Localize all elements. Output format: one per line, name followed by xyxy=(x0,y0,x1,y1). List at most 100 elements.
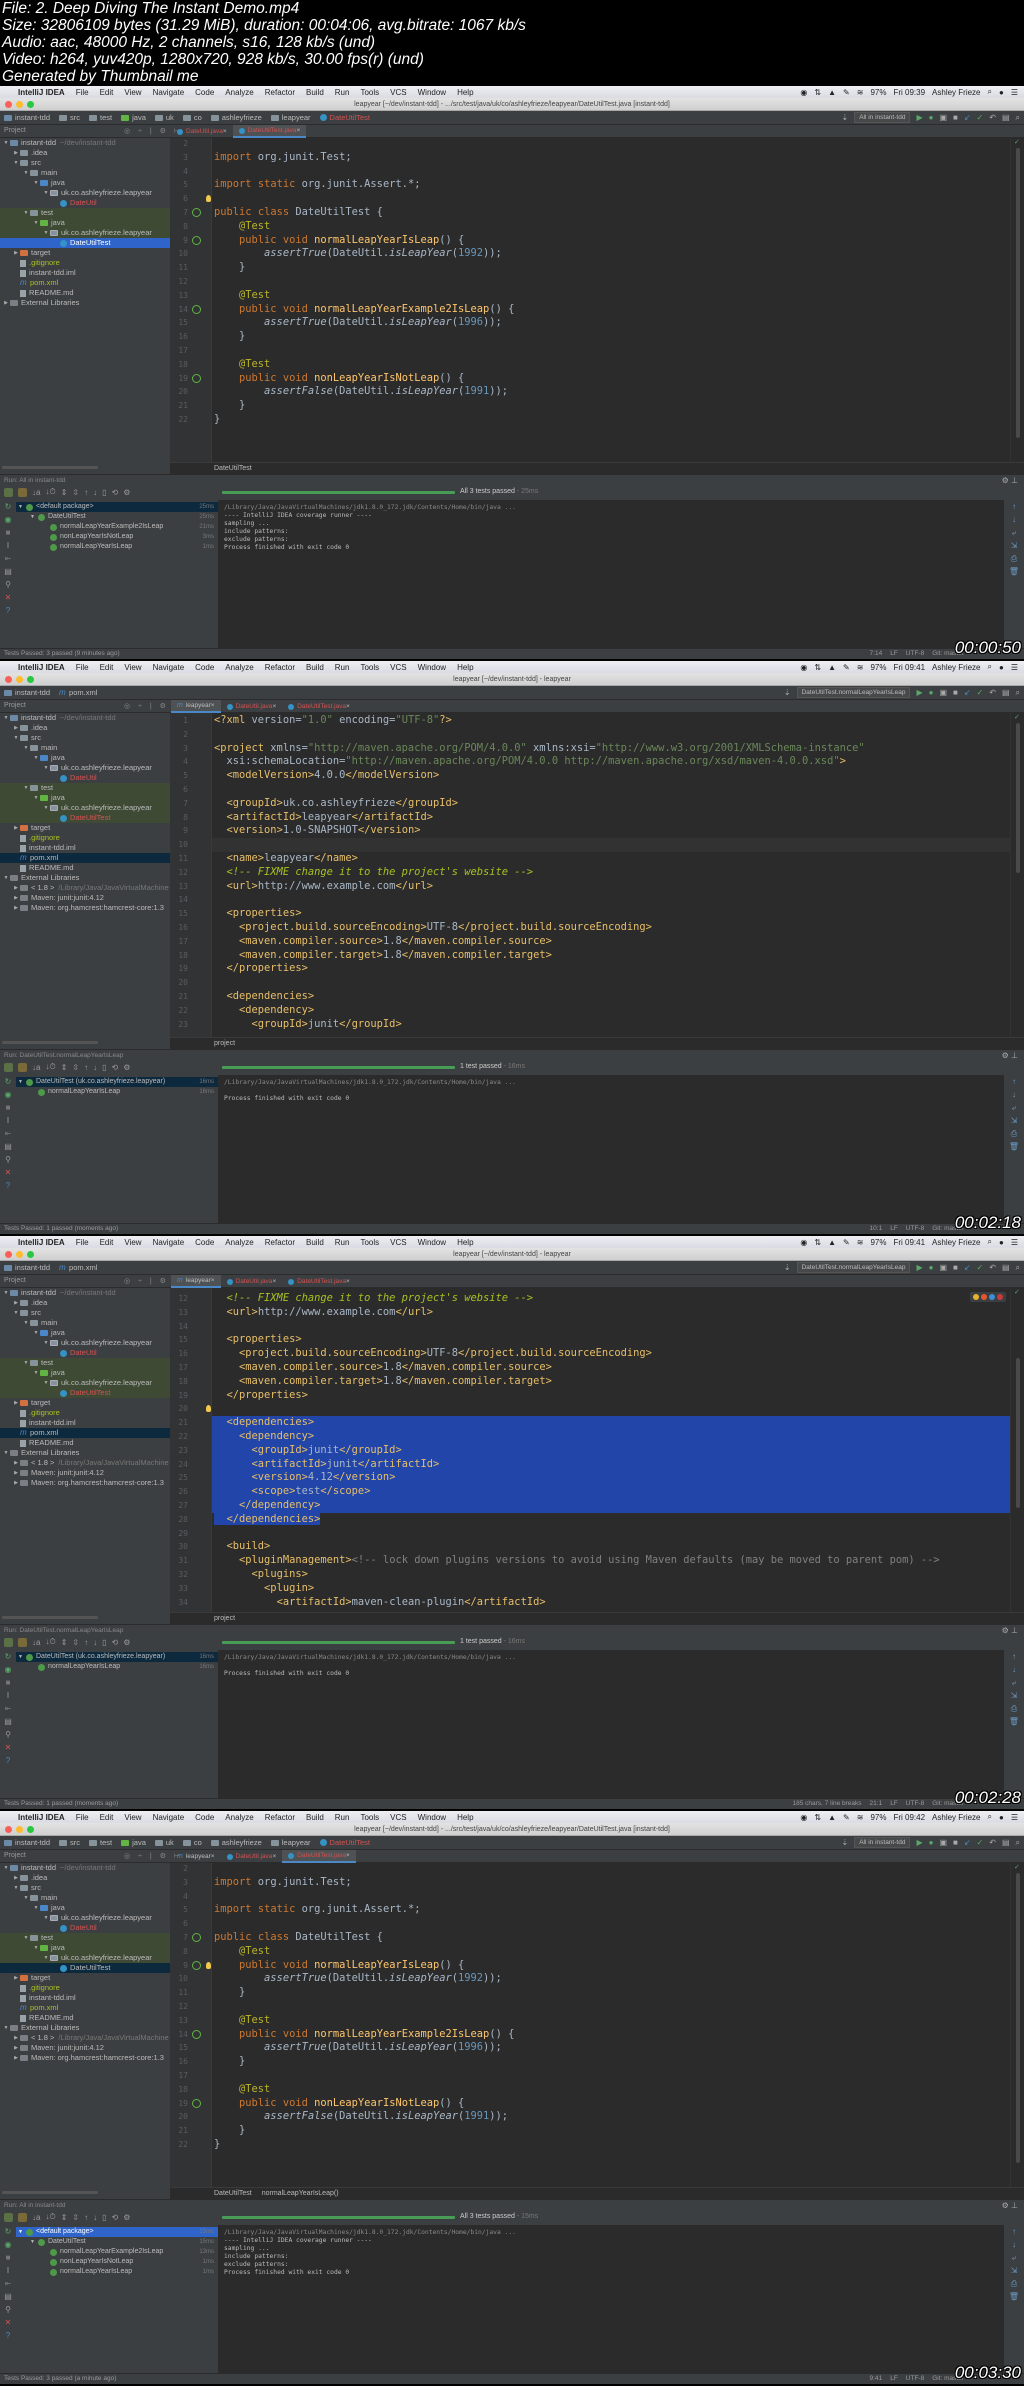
code-line[interactable]: assertFalse(DateUtil.isLeapYear(1991)); xyxy=(212,385,1010,399)
editor-tab[interactable]: DateUtilTest.java × xyxy=(282,700,356,713)
code-line[interactable] xyxy=(212,138,1010,151)
expand-all-icon[interactable]: ⇕ xyxy=(61,1063,68,1072)
code-line[interactable]: } xyxy=(212,261,1010,275)
tree-item[interactable]: m pom.xml xyxy=(0,2003,170,2013)
test-result-item[interactable]: ▼ DateUtilTest (uk.co.ashleyfrieze.leapy… xyxy=(16,1077,218,1087)
status-icon[interactable]: ≋ xyxy=(857,663,864,672)
close-window-button[interactable] xyxy=(5,676,12,683)
code-line[interactable]: <artifactId>maven-clean-plugin</artifact… xyxy=(212,1596,1010,1610)
test-result-item[interactable]: normalLeapYearIsLeap 16ms xyxy=(16,1087,218,1097)
expanded-arrow-icon[interactable]: ▼ xyxy=(32,1903,40,1913)
code-line[interactable]: <build> xyxy=(212,1540,1010,1554)
code-line[interactable]: } xyxy=(212,413,1010,427)
prev-failed-icon[interactable]: ↑ xyxy=(84,1638,88,1647)
browser-icon[interactable] xyxy=(981,1294,987,1300)
tree-item[interactable]: README.md xyxy=(0,863,170,873)
status-icon[interactable]: ⇅ xyxy=(814,88,821,97)
layout-icon[interactable]: ▤ xyxy=(0,1715,16,1728)
collapsed-arrow-icon[interactable]: ▶ xyxy=(12,1478,20,1488)
build-icon[interactable]: ⇣ xyxy=(784,688,791,697)
nav-crumb[interactable]: src xyxy=(59,1838,80,1847)
run-test-gutter-icon[interactable] xyxy=(192,2098,201,2108)
editor-scrollbar[interactable]: ✓ xyxy=(1010,713,1024,1037)
code-line[interactable]: xsi:schemaLocation="http://maven.apache.… xyxy=(212,755,1010,769)
collapsed-arrow-icon[interactable]: ▶ xyxy=(12,248,20,258)
history-icon[interactable]: ↶ xyxy=(989,1263,996,1272)
code-line[interactable]: public void nonLeapYearIsNotLeap() { xyxy=(212,2097,1010,2111)
tree-item[interactable]: README.md xyxy=(0,2013,170,2023)
scroll-up-icon[interactable]: ↑ xyxy=(1004,1650,1024,1663)
status-icon[interactable]: ▲ xyxy=(828,1238,836,1247)
code-line[interactable]: <maven.compiler.target>1.8</maven.compil… xyxy=(212,1375,1010,1389)
stop-icon[interactable]: ■ xyxy=(0,2251,16,2264)
code-line[interactable] xyxy=(212,1863,1010,1876)
tree-item[interactable]: ▶ External Libraries xyxy=(0,298,170,308)
menu-tools[interactable]: Tools xyxy=(360,1813,379,1822)
expanded-arrow-icon[interactable]: ▼ xyxy=(42,1953,50,1963)
code-line[interactable]: } xyxy=(212,2055,1010,2069)
code-line[interactable] xyxy=(212,838,1010,852)
expanded-arrow-icon[interactable]: ▼ xyxy=(22,1893,30,1903)
status-widget[interactable]: UTF-8 xyxy=(906,649,924,659)
project-tree[interactable]: ▼ instant-tdd ~/dev/instant-tdd ▶ .idea ▼ src ▼… xyxy=(0,1863,170,2199)
nav-crumb[interactable]: instant-tdd xyxy=(4,688,50,697)
collapse-all-icon[interactable]: ⇳ xyxy=(72,1638,79,1647)
code-line[interactable]: <version>4.12</version> xyxy=(212,1471,1010,1486)
status-message[interactable]: Tests Passed: 3 passed (9 minutes ago) xyxy=(4,649,120,659)
code-line[interactable] xyxy=(212,976,1010,990)
status-icon[interactable]: ⇅ xyxy=(814,1813,821,1822)
collapsed-arrow-icon[interactable]: ▶ xyxy=(12,1468,20,1478)
close-tab-icon[interactable]: × xyxy=(223,128,227,135)
test-result-item[interactable]: normalLeapYearIsLeap 1ms xyxy=(16,2267,218,2277)
pause-icon[interactable]: ‖ xyxy=(0,1689,16,1702)
test-result-item[interactable]: normalLeapYearExample2IsLeap 13ms xyxy=(16,2247,218,2257)
test-result-item[interactable]: normalLeapYearExample2IsLeap 21ms xyxy=(16,522,218,532)
code-line[interactable]: <project.build.sourceEncoding>UTF-8</pro… xyxy=(212,1347,1010,1361)
stop-icon[interactable]: ■ xyxy=(0,526,16,539)
tree-item[interactable]: DateUtilTest xyxy=(0,238,170,248)
code-line[interactable] xyxy=(212,1402,1010,1416)
status-icon[interactable]: ◉ xyxy=(800,88,807,97)
code-line[interactable]: <dependency> xyxy=(212,1004,1010,1018)
search-everywhere-icon[interactable]: ⌕ xyxy=(1016,688,1020,698)
status-icon[interactable]: ≋ xyxy=(857,1813,864,1822)
close-tab-icon[interactable]: × xyxy=(346,703,350,710)
menu-analyze[interactable]: Analyze xyxy=(225,663,253,672)
siri-icon[interactable]: ● xyxy=(999,1813,1004,1822)
code-line[interactable]: <dependencies> xyxy=(212,990,1010,1004)
build-icon[interactable]: ⇣ xyxy=(841,113,848,122)
project-tree[interactable]: ▼ instant-tdd ~/dev/instant-tdd ▶ .idea ▼ src ▼… xyxy=(0,1288,170,1624)
expanded-arrow-icon[interactable]: ▼ xyxy=(2,2023,10,2033)
menu-view[interactable]: View xyxy=(124,88,141,97)
expanded-arrow-icon[interactable]: ▼ xyxy=(22,208,30,218)
editor-tab[interactable]: m leapyear × xyxy=(171,1275,221,1288)
vcs-update-icon[interactable]: ↙ xyxy=(964,1838,971,1847)
export-icon[interactable]: ▯ xyxy=(102,488,106,497)
expanded-arrow-icon[interactable]: ▼ xyxy=(2,873,10,883)
tree-item[interactable]: ▼ src xyxy=(0,158,170,168)
expanded-arrow-icon[interactable]: ▼ xyxy=(2,1448,10,1458)
sort-duration-icon[interactable]: ↓⏱ xyxy=(45,1637,55,1647)
scroll-down-icon[interactable]: ↓ xyxy=(1004,1663,1024,1676)
search-everywhere-icon[interactable]: ⌕ xyxy=(1016,1838,1020,1848)
prev-failed-icon[interactable]: ↑ xyxy=(84,2213,88,2222)
spotlight-search-icon[interactable]: ⌕ xyxy=(988,1237,992,1247)
sort-alpha-icon[interactable]: ↓a xyxy=(32,2213,40,2222)
code-line[interactable]: public class DateUtilTest { xyxy=(212,1931,1010,1945)
history-icon[interactable]: ↶ xyxy=(989,688,996,697)
code-line[interactable]: @Test xyxy=(212,220,1010,234)
export-icon[interactable]: ▯ xyxy=(102,2213,106,2222)
menu-build[interactable]: Build xyxy=(306,1238,324,1247)
collapsed-arrow-icon[interactable]: ▶ xyxy=(12,723,20,733)
menu-vcs[interactable]: VCS xyxy=(390,1238,406,1247)
menu-edit[interactable]: Edit xyxy=(100,1813,114,1822)
layout-icon[interactable]: ▤ xyxy=(0,1140,16,1153)
tree-item[interactable]: ▼ main xyxy=(0,743,170,753)
code-line[interactable]: <properties> xyxy=(212,907,1010,921)
project-tree[interactable]: ▼ instant-tdd ~/dev/instant-tdd ▶ .idea ▼ src ▼… xyxy=(0,713,170,1049)
code-line[interactable]: <version>1.0-SNAPSHOT</version> xyxy=(212,824,1010,838)
tree-item[interactable]: ▼ java xyxy=(0,1903,170,1913)
print-icon[interactable]: ⎙ xyxy=(1004,1702,1024,1715)
settings-gear-icon[interactable]: ⚙ ⊥ xyxy=(1002,1050,1018,1061)
nav-crumb[interactable]: src xyxy=(59,113,80,122)
